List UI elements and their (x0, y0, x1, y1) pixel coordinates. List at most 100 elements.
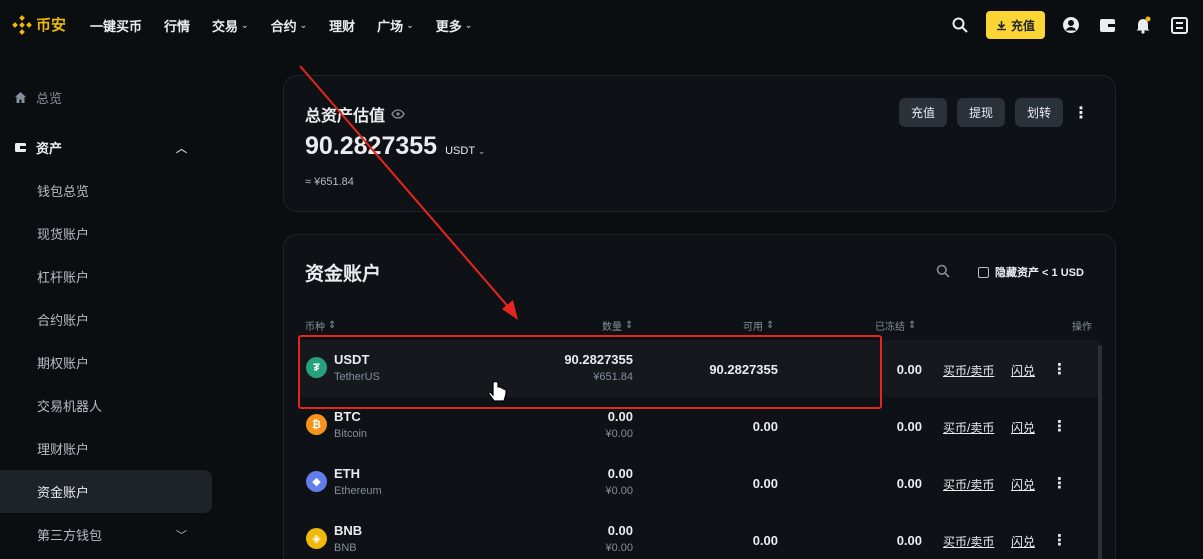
sidebar-subitem-1[interactable]: 现货账户 (0, 212, 215, 255)
convert-link[interactable]: 闪兑 (1011, 476, 1035, 493)
currency-selector[interactable]: USDT ⌄ (445, 145, 485, 157)
home-icon (15, 92, 26, 103)
chevron-down-icon: ⌄ (464, 20, 473, 30)
hide-small-checkbox[interactable] (978, 266, 989, 278)
nav-item-label: 更多 (435, 19, 462, 34)
column-header-frozen[interactable]: 已冻结 ⇕ (875, 318, 916, 333)
coin-symbol: BNB (334, 523, 363, 538)
column-label: 操作 (1072, 322, 1092, 333)
deposit-pill-button[interactable]: 充值 (898, 98, 947, 127)
total-assets-title: 总资产估值 (305, 108, 386, 125)
eye-icon[interactable] (391, 109, 405, 119)
buy-sell-link[interactable]: 买币/卖币 (943, 419, 994, 436)
nav-item-0[interactable]: 一键买币 (90, 16, 142, 35)
search-icon[interactable] (950, 15, 970, 35)
sidebar-item-label: 合约账户 (37, 313, 90, 328)
convert-link[interactable]: 闪兑 (1011, 533, 1035, 550)
column-label: 已冻结 (875, 322, 905, 333)
sidebar-item-label: 总览 (36, 91, 63, 106)
bell-icon[interactable] (1133, 15, 1153, 35)
buy-sell-link[interactable]: 买币/卖币 (943, 362, 994, 379)
sidebar-subitem-2[interactable]: 杠杆账户 (0, 255, 215, 298)
nav-item-2[interactable]: 交易 ⌄ (212, 16, 249, 35)
coin-available: 0.00 (752, 419, 778, 434)
scrollbar[interactable] (1098, 345, 1102, 559)
sidebar-item-third-party-wallet[interactable]: 第三方钱包 ﹀ (0, 513, 215, 556)
withdraw-button[interactable]: 提现 (956, 98, 1005, 127)
column-header-coin[interactable]: 币种 ⇕ (305, 318, 336, 333)
convert-link[interactable]: 闪兑 (1011, 419, 1035, 436)
more-options-icon[interactable]: ⋮ (1052, 417, 1067, 435)
table-row[interactable]: ◈ BNB BNB 0.00 ¥0.00 0.00 0.00 买币/卖币 闪兑 ⋮ (300, 511, 1100, 559)
buy-sell-link[interactable]: 买币/卖币 (943, 476, 994, 493)
table-row[interactable]: ◆ ETH Ethereum 0.00 ¥0.00 0.00 0.00 买币/卖币 闪兑 ⋮ (300, 454, 1100, 511)
currency-label: USDT (445, 145, 475, 157)
chevron-down-icon: ⌄ (477, 146, 486, 156)
sidebar-subitem-4[interactable]: 期权账户 (0, 341, 215, 384)
coin-icon: ◆ (306, 471, 327, 492)
nav-item-label: 交易 (212, 19, 239, 34)
search-icon[interactable] (936, 264, 950, 283)
coin-frozen: 0.00 (896, 419, 922, 434)
wallet-icon[interactable] (1097, 15, 1117, 35)
nav-item-4[interactable]: 理财 (329, 16, 355, 35)
sidebar-subitem-5[interactable]: 交易机器人 (0, 384, 215, 427)
sidebar-subitem-6[interactable]: 理财账户 (0, 427, 215, 470)
coin-name: Bitcoin (334, 428, 368, 440)
column-header-quantity[interactable]: 数量 ⇕ (602, 318, 633, 333)
coin-icon: ₿ (306, 414, 327, 435)
sidebar-item-label: 交易机器人 (37, 399, 103, 414)
nav-item-3[interactable]: 合约 ⌄ (271, 16, 308, 35)
wallet-icon (15, 143, 26, 152)
settings-icon[interactable] (1169, 15, 1189, 35)
sidebar-subitem-3[interactable]: 合约账户 (0, 298, 215, 341)
sidebar-item-assets[interactable]: 资产 ︿ (0, 126, 215, 169)
binance-logo[interactable]: 币安 (12, 14, 66, 35)
nav-item-label: 行情 (164, 19, 191, 34)
nav-item-label: 理财 (329, 19, 356, 34)
sidebar-item-label: 第三方钱包 (37, 528, 103, 543)
more-options-icon[interactable]: ⋮ (1052, 474, 1067, 492)
deposit-button[interactable]: 充值 (985, 11, 1045, 39)
sidebar-subitem-7[interactable]: 资金账户 (0, 470, 212, 513)
sidebar: 总览 资产 ︿ 钱包总览 现货账户 杠杆账户合约账户期权账户交易机器人理财账户资金账… (0, 60, 215, 556)
total-assets-card: 总资产估值 90.2827355 USDT ⌄ ≈ ¥651.84 充值 提现 … (283, 75, 1116, 212)
column-header-available[interactable]: 可用 ⇕ (743, 318, 774, 333)
nav-item-6[interactable]: 更多 ⌄ (436, 16, 473, 35)
top-navigation: 币安 一键买币 行情 交易 ⌄ 合约 ⌄ 理财 广场 ⌄ 更多 ⌄ 充值 (0, 0, 1203, 50)
coin-symbol: ETH (334, 466, 360, 481)
logo-text: 币安 (36, 17, 67, 34)
coin-quantity-cny: ¥0.00 (605, 485, 633, 497)
chevron-down-icon[interactable]: ﹀ (176, 527, 187, 543)
sidebar-item-label: 资金账户 (37, 485, 90, 500)
chevron-down-icon: ⌄ (299, 20, 308, 30)
column-label: 可用 (743, 322, 763, 333)
sort-icon: ⇕ (766, 320, 775, 331)
sidebar-subitem-0[interactable]: 钱包总览 (0, 169, 215, 212)
coin-available: 0.00 (752, 476, 778, 491)
more-options-icon[interactable]: ⋮ (1052, 360, 1067, 378)
sort-icon: ⇕ (908, 320, 917, 331)
download-icon (996, 20, 1006, 30)
sidebar-item-label: 资产 (36, 141, 63, 156)
coin-frozen: 0.00 (896, 476, 922, 491)
buy-sell-link[interactable]: 买币/卖币 (943, 533, 994, 550)
user-icon[interactable] (1061, 15, 1081, 35)
coin-quantity: 0.00 (607, 523, 633, 538)
hide-small-assets-toggle[interactable]: 隐藏资产 < 1 USD (978, 264, 1084, 280)
transfer-button[interactable]: 划转 (1014, 98, 1063, 127)
column-label: 币种 (305, 322, 325, 333)
convert-link[interactable]: 闪兑 (1011, 362, 1035, 379)
chevron-up-icon[interactable]: ︿ (176, 140, 187, 156)
nav-item-label: 一键买币 (90, 19, 143, 34)
chevron-down-icon: ⌄ (406, 20, 414, 30)
nav-item-1[interactable]: 行情 (164, 16, 190, 35)
sort-icon: ⇕ (328, 320, 337, 331)
more-options-icon[interactable]: ⋮ (1073, 103, 1089, 123)
column-label: 数量 (602, 322, 622, 333)
highlight-box (298, 335, 882, 409)
sidebar-item-overview[interactable]: 总览 (0, 76, 215, 119)
nav-item-5[interactable]: 广场 ⌄ (377, 16, 414, 35)
coin-quantity-cny: ¥0.00 (605, 542, 633, 554)
more-options-icon[interactable]: ⋮ (1052, 531, 1067, 549)
